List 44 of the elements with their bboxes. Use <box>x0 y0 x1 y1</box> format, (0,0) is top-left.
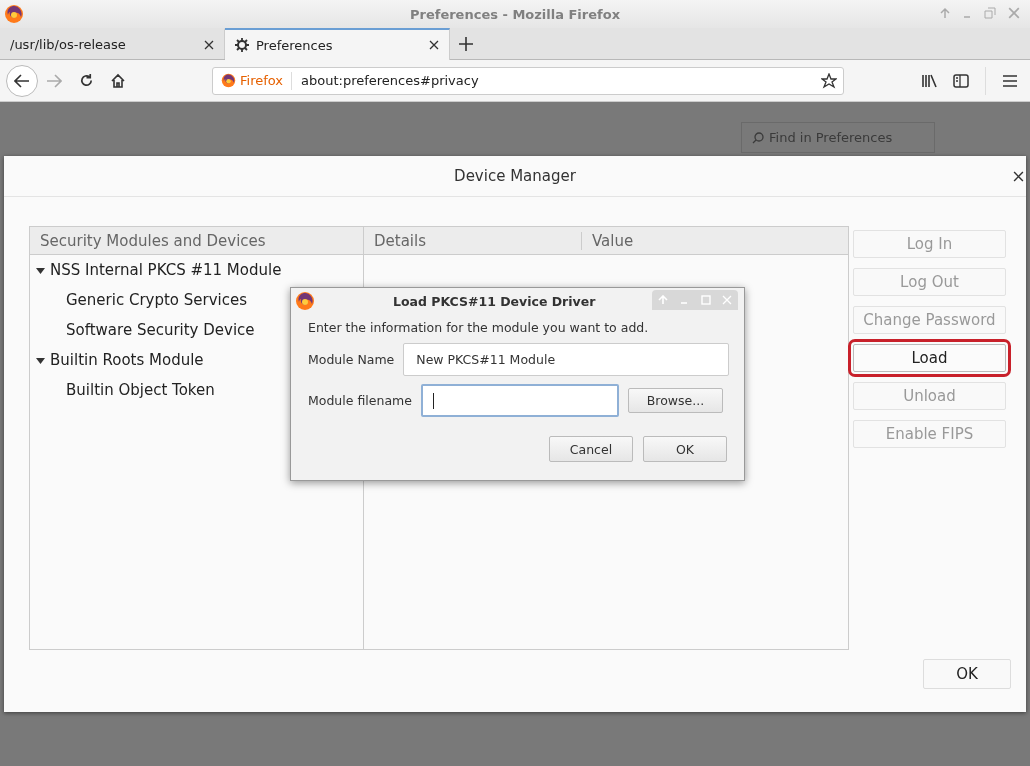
sidebar-icon[interactable] <box>953 73 969 88</box>
tree-item[interactable]: NSS Internal PKCS #11 Module <box>30 255 286 285</box>
window-title: Preferences - Mozilla Firefox <box>409 6 621 22</box>
close-icon[interactable] <box>1013 171 1024 182</box>
back-button[interactable] <box>6 64 38 97</box>
input-field[interactable]: New PKCS#11 Module <box>403 343 729 376</box>
home-icon[interactable] <box>110 72 126 89</box>
field-label: Module Name <box>308 352 395 367</box>
menu-icon[interactable] <box>1002 73 1018 88</box>
library-icon[interactable] <box>921 73 937 88</box>
search-icon <box>752 131 764 144</box>
prompt-text: Enter the information for the module you want to add. <box>308 320 650 335</box>
column-header[interactable]: Security Modules and Devices <box>30 227 363 255</box>
browser-tab[interactable]: Preferences <box>225 28 450 60</box>
identity-label: Firefox <box>240 73 284 88</box>
input-field[interactable] <box>420 384 619 417</box>
reload-icon[interactable] <box>78 73 94 88</box>
tree-item[interactable]: Software Security Device <box>30 315 259 345</box>
tree-item[interactable]: Builtin Object Token <box>30 375 219 405</box>
expanded-triangle-icon <box>36 355 45 365</box>
column-header[interactable]: Details <box>364 231 582 250</box>
close-icon[interactable] <box>429 40 439 50</box>
field-label: Module filename <box>308 393 412 408</box>
browser-logo-icon <box>4 4 24 24</box>
dialog-button[interactable]: Cancel <box>549 436 633 462</box>
dialog-title: Load PKCS#11 Device Driver <box>393 293 596 309</box>
text-cursor <box>432 392 434 409</box>
column-header[interactable]: Value <box>582 231 634 250</box>
dialog-button[interactable]: OK <box>643 436 727 462</box>
tree-item[interactable]: Generic Crypto Services <box>30 285 252 315</box>
star-icon[interactable] <box>821 72 837 89</box>
browse-button[interactable]: Browse... <box>627 388 723 413</box>
address-bar[interactable]: Firefox about:preferences#privacy <box>212 66 844 95</box>
url-text: about:preferences#privacy <box>300 73 480 88</box>
expanded-triangle-icon <box>36 265 45 275</box>
gear-icon <box>235 38 249 52</box>
browser-logo-icon <box>295 291 315 311</box>
plus-icon[interactable] <box>458 35 474 52</box>
browser-logo-icon <box>221 73 236 88</box>
dialog-title: Device Manager <box>454 167 576 185</box>
back-arrow-icon <box>14 73 30 88</box>
ok-button[interactable]: OK <box>923 659 1011 689</box>
tree-item[interactable]: Builtin Roots Module <box>30 345 208 375</box>
close-icon[interactable] <box>204 39 214 50</box>
